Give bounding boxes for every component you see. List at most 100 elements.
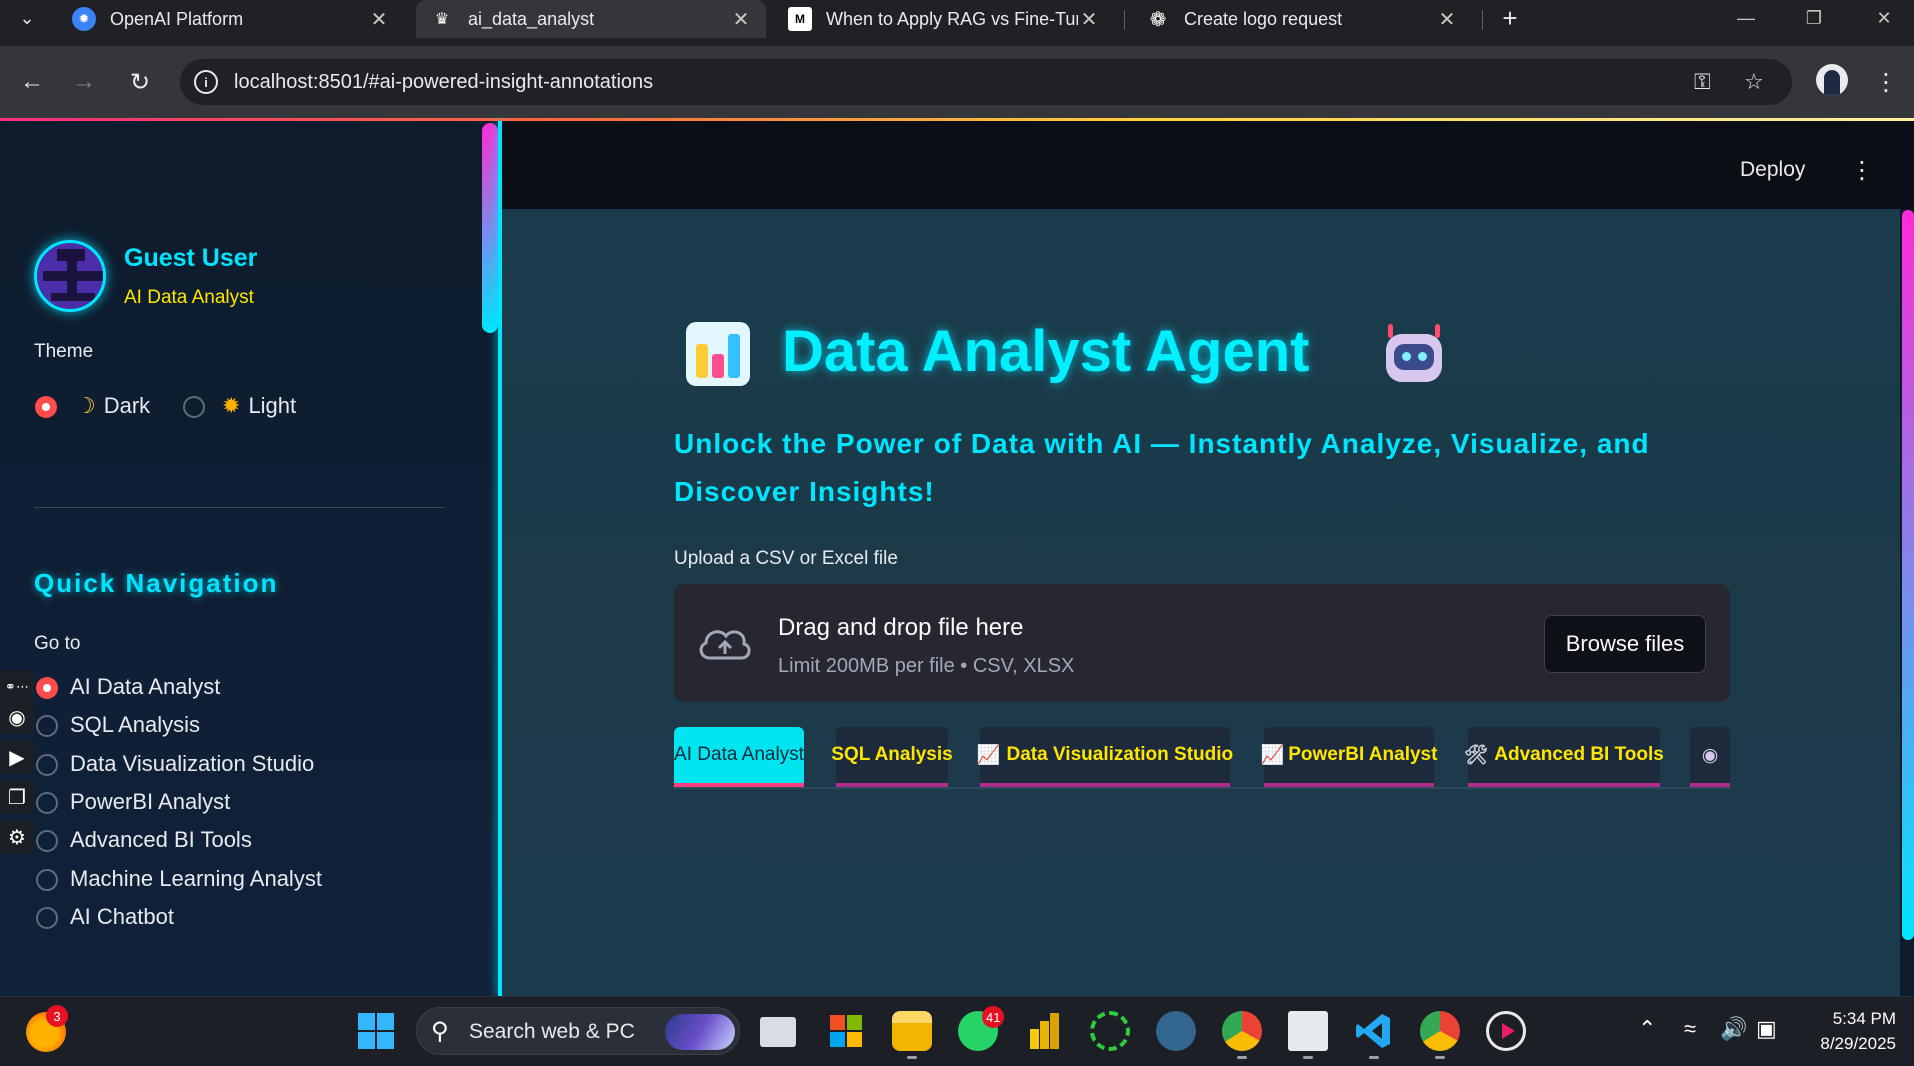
openai-icon: ✹ — [72, 7, 96, 31]
tab-separator — [1124, 10, 1125, 30]
goto-label: Go to — [34, 633, 81, 654]
clock-time: 5:34 PM — [1832, 1009, 1896, 1028]
tab-title: Create logo request — [1184, 8, 1343, 29]
volume-icon[interactable]: 🔊 — [1720, 1016, 1747, 1042]
robot-icon — [1382, 324, 1446, 386]
app-header — [502, 121, 1914, 209]
settings-gear-icon[interactable]: ⚙ — [0, 820, 34, 854]
nav-radio-machine-learning-analyst[interactable] — [36, 869, 58, 891]
profile-avatar[interactable] — [1816, 64, 1848, 96]
running-indicator — [1237, 1056, 1247, 1059]
nav-radio-ai-data-analyst[interactable] — [36, 677, 58, 699]
video-camera-icon[interactable]: ▶ — [0, 740, 34, 774]
tools-icon: 🛠 — [1464, 745, 1489, 766]
vscode-icon[interactable] — [1354, 1011, 1394, 1051]
forward-arrow-icon[interactable]: → — [66, 64, 102, 100]
tab-search-chevron-icon[interactable]: ⌄ — [8, 2, 46, 34]
sidebar-scrollbar[interactable] — [482, 123, 498, 333]
nav-radio-ai-chatbot[interactable] — [36, 907, 58, 929]
window-close-icon[interactable]: ✕ — [1856, 0, 1912, 36]
browser-tab-ai-data-analyst[interactable]: ♛ ai_data_analyst ✕ — [416, 0, 766, 38]
theme-dark-option[interactable]: ☽ Dark — [76, 393, 150, 419]
notepad-icon[interactable] — [1288, 1011, 1328, 1051]
app-menu-icon[interactable]: ⋮ — [1850, 156, 1874, 185]
sync-app-icon[interactable] — [1090, 1011, 1130, 1051]
chrome-icon[interactable] — [1222, 1011, 1262, 1051]
running-indicator — [1369, 1056, 1379, 1059]
theme-light-option[interactable]: ✹ Light — [222, 393, 296, 419]
theme-label: Theme — [34, 341, 94, 362]
browse-files-button[interactable]: Browse files — [1544, 615, 1706, 673]
tab-advanced-bi-tools[interactable]: 🛠 Advanced BI Tools — [1464, 727, 1664, 787]
tab-ai-data-analyst[interactable]: AI Data Analyst — [674, 727, 804, 787]
address-bar[interactable]: i localhost:8501/#ai-powered-insight-ann… — [180, 59, 1792, 105]
taskbar-clock[interactable]: 5:34 PM 8/29/2025 — [1806, 1006, 1896, 1056]
minimize-icon[interactable]: — — [1718, 0, 1774, 36]
browser-menu-icon[interactable]: ⋮ — [1872, 64, 1900, 100]
tab-separator — [1482, 10, 1483, 30]
password-key-icon[interactable]: ⚿ — [1694, 69, 1711, 95]
nav-radio-data-visualization-studio[interactable] — [36, 754, 58, 776]
close-icon[interactable]: ✕ — [730, 7, 752, 32]
medium-icon: M — [788, 7, 812, 31]
nav-item-ai-data-analyst[interactable]: AI Data Analyst — [70, 674, 220, 700]
browser-tab-bar: ⌄ ✹ OpenAI Platform ✕ ♛ ai_data_analyst … — [0, 0, 1914, 46]
task-view-icon[interactable] — [760, 1017, 796, 1047]
url-text[interactable]: localhost:8501/#ai-powered-insight-annot… — [234, 71, 653, 94]
clock-date: 8/29/2025 — [1820, 1034, 1896, 1053]
back-arrow-icon[interactable]: ← — [14, 64, 50, 100]
theme-dark-label: Dark — [103, 393, 151, 418]
restore-icon[interactable]: ❐ — [1786, 0, 1842, 36]
nav-radio-powerbi-analyst[interactable] — [36, 792, 58, 814]
reload-icon[interactable]: ↻ — [122, 64, 158, 100]
theme-dark-radio[interactable] — [35, 396, 57, 418]
postgresql-icon[interactable] — [1156, 1011, 1196, 1051]
taskbar-search[interactable]: ⚲ Search web & PC — [416, 1007, 740, 1055]
main-scrollbar[interactable] — [1902, 210, 1914, 940]
browser-tab-openai[interactable]: ✹ OpenAI Platform ✕ — [58, 0, 404, 38]
wifi-icon[interactable]: ≈ — [1684, 1016, 1696, 1042]
nav-item-powerbi-analyst[interactable]: PowerBI Analyst — [70, 789, 230, 815]
close-icon[interactable]: ✕ — [1078, 7, 1100, 32]
file-explorer-icon[interactable] — [892, 1011, 932, 1051]
deploy-button[interactable]: Deploy — [1740, 158, 1805, 182]
power-bi-icon[interactable] — [1024, 1011, 1064, 1051]
tab-data-visualization-studio[interactable]: 📈 Data Visualization Studio — [976, 727, 1233, 787]
tab-label: Advanced BI Tools — [1494, 744, 1664, 765]
user-name: Guest User — [124, 244, 258, 272]
nav-item-data-visualization-studio[interactable]: Data Visualization Studio — [70, 751, 314, 777]
nav-item-ai-chatbot[interactable]: AI Chatbot — [70, 904, 174, 930]
windows-capture-icon[interactable]: ❐ — [0, 780, 34, 814]
nav-item-advanced-bi-tools[interactable]: Advanced BI Tools — [70, 827, 252, 853]
close-icon[interactable]: ✕ — [368, 7, 390, 32]
nav-radio-sql-analysis[interactable] — [36, 715, 58, 737]
nav-radio-advanced-bi-tools[interactable] — [36, 830, 58, 852]
close-icon[interactable]: ✕ — [1436, 7, 1458, 32]
microsoft-store-icon[interactable] — [826, 1011, 866, 1051]
battery-icon[interactable]: ▣ — [1756, 1016, 1777, 1042]
running-indicator — [1435, 1056, 1445, 1059]
camera-icon[interactable]: ◉ — [0, 700, 34, 734]
link-tool-icon[interactable]: ⚭⋯ — [0, 670, 34, 704]
nav-item-machine-learning-analyst[interactable]: Machine Learning Analyst — [70, 866, 322, 892]
windows-start-icon[interactable] — [356, 1011, 396, 1051]
tray-chevron-up-icon[interactable]: ⌃ — [1638, 1016, 1656, 1042]
theme-light-radio[interactable] — [183, 396, 205, 418]
site-info-icon[interactable]: i — [194, 70, 218, 94]
tab-title: OpenAI Platform — [110, 8, 244, 29]
browser-tab-chatgpt[interactable]: ❁ Create logo request ✕ — [1132, 0, 1472, 38]
new-tab-plus-icon[interactable]: + — [1494, 2, 1526, 34]
media-player-icon[interactable] — [1486, 1011, 1526, 1051]
nav-item-sql-analysis[interactable]: SQL Analysis — [70, 712, 200, 738]
tab-powerbi-analyst[interactable]: 📈 PowerBI Analyst — [1261, 727, 1437, 787]
bookmark-star-icon[interactable]: ☆ — [1744, 69, 1764, 95]
tab-machine-learning-overflow[interactable]: ◉ — [1690, 727, 1730, 787]
chrome-profile-icon[interactable] — [1420, 1011, 1460, 1051]
avatar — [34, 240, 106, 312]
chart-up-icon: 📈 — [976, 745, 1001, 766]
browser-tab-medium[interactable]: M When to Apply RAG vs Fine-Tur ✕ — [774, 0, 1114, 38]
user-role: AI Data Analyst — [124, 287, 254, 308]
tab-sql-analysis[interactable]: SQL Analysis — [831, 727, 953, 787]
running-indicator — [907, 1056, 917, 1059]
tab-label: SQL Analysis — [831, 744, 953, 765]
